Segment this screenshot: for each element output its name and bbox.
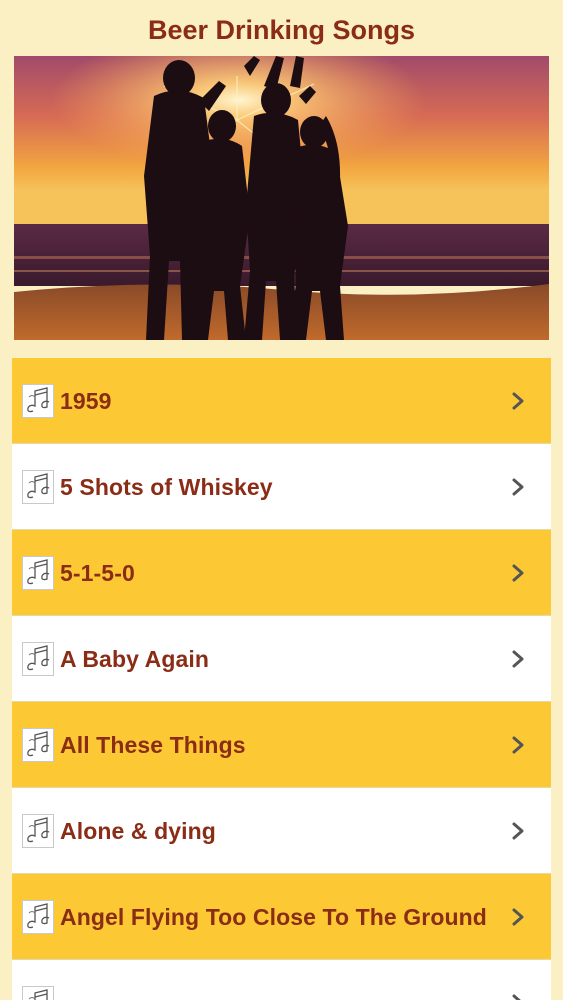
chevron-right-icon bbox=[509, 391, 527, 411]
chevron-right-icon bbox=[509, 563, 527, 583]
list-item[interactable]: Alone & dying bbox=[12, 788, 551, 874]
chevron-right-icon bbox=[509, 735, 527, 755]
page-title: Beer Drinking Songs bbox=[147, 15, 416, 45]
list-item[interactable]: A Baby Again bbox=[12, 616, 551, 702]
music-note-icon bbox=[22, 728, 54, 762]
chevron-right-icon bbox=[509, 821, 527, 841]
list-item[interactable] bbox=[12, 960, 551, 1000]
music-note-icon bbox=[22, 470, 54, 504]
list-item[interactable]: 5-1-5-0 bbox=[12, 530, 551, 616]
music-note-icon bbox=[22, 384, 54, 418]
chevron-right-icon bbox=[509, 477, 527, 497]
music-note-icon bbox=[22, 642, 54, 676]
song-title: Angel Flying Too Close To The Ground bbox=[60, 904, 487, 930]
song-title: 5 Shots of Whiskey bbox=[60, 474, 273, 500]
list-item[interactable]: Angel Flying Too Close To The Ground bbox=[12, 874, 551, 960]
music-note-icon bbox=[22, 986, 54, 1000]
song-title: Alone & dying bbox=[60, 818, 216, 844]
list-item[interactable]: All These Things bbox=[12, 702, 551, 788]
chevron-right-icon bbox=[509, 993, 527, 1000]
song-title: All These Things bbox=[60, 732, 246, 758]
music-note-icon bbox=[22, 556, 54, 590]
song-title: 5-1-5-0 bbox=[60, 560, 135, 586]
song-title: 1959 bbox=[60, 388, 112, 414]
music-note-icon bbox=[22, 900, 54, 934]
music-note-icon bbox=[22, 814, 54, 848]
song-title: A Baby Again bbox=[60, 646, 210, 672]
song-list: 1959 5 Shots of Whiskey 5-1-5-0 A Baby Agai… bbox=[12, 358, 551, 1000]
list-item[interactable]: 5 Shots of Whiskey bbox=[12, 444, 551, 530]
chevron-right-icon bbox=[509, 907, 527, 927]
chevron-right-icon bbox=[509, 649, 527, 669]
banner-image bbox=[14, 56, 549, 340]
list-item[interactable]: 1959 bbox=[12, 358, 551, 444]
